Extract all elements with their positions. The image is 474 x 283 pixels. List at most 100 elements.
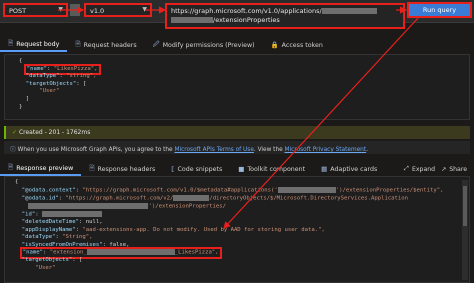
- redacted-block: [86, 249, 175, 256]
- response-tabs: 🗎 Response preview 🗎 Response headers ⟦ …: [0, 162, 385, 176]
- response-preview-icon: 🗎: [8, 162, 14, 171]
- code-line: "deletedDateTime": null,: [21, 218, 103, 225]
- json-key: "@odata.context": [21, 187, 76, 194]
- tab-response-headers[interactable]: 🗎 Response headers: [81, 162, 163, 176]
- code-line: {: [15, 179, 19, 185]
- version-value: v1.0: [90, 7, 105, 15]
- success-icon: ✓: [12, 129, 18, 136]
- json-value: [: [79, 257, 83, 264]
- json-value: ')/extensionProperties/$entity",: [335, 187, 444, 194]
- json-value: /directoryObjects/$/Microsoft.DirectoryS…: [209, 195, 409, 202]
- name-highlight: "name": "LikesPizza",: [23, 63, 101, 76]
- url-line2: /extensionProperties: [213, 16, 280, 24]
- status-text: Created - 201 - 1762ms: [18, 129, 91, 136]
- json-value: "string",: [66, 73, 97, 80]
- json-value: "extension_: [49, 249, 87, 256]
- permissions-icon: 🖉: [152, 39, 160, 48]
- redacted-block: [28, 202, 149, 209]
- url-input[interactable]: https://graph.microsoft.com/v1.0/applica…: [165, 3, 405, 29]
- expand-button[interactable]: ⤢ Expand: [404, 163, 435, 175]
- code-line: "dataType": "string",: [25, 73, 97, 80]
- version-select[interactable]: v1.0 ▼: [84, 3, 152, 17]
- method-select[interactable]: POST ▼: [3, 3, 68, 17]
- result-name-highlight: "name": "extension_ _LikesPizza",: [19, 247, 222, 260]
- json-value: "String",: [62, 234, 93, 241]
- chevron-down-icon: ▼: [142, 6, 147, 13]
- code-line: "User": [15, 265, 459, 273]
- redacted-block: [41, 210, 102, 217]
- run-query-button[interactable]: Run query: [407, 2, 472, 18]
- json-value: null,: [85, 218, 103, 225]
- json-key: "id": [21, 211, 36, 218]
- redacted-block: [173, 194, 210, 201]
- code-line: "name": "extension_ _LikesPizza",: [15, 247, 459, 260]
- tab-label: Response preview: [16, 164, 74, 172]
- privacy-link[interactable]: Microsoft Privacy Statement: [285, 147, 367, 153]
- tab-modify-permissions[interactable]: 🖉 Modify permissions (Preview): [145, 38, 263, 52]
- code-line: "appDisplayName": "aad-extensions-app. D…: [21, 226, 325, 233]
- request-tabs: 🗎 Request body 🗎 Request headers 🖉 Modif…: [0, 38, 331, 52]
- tab-label: Code snippets: [177, 165, 223, 173]
- request-body-icon: 🗎: [8, 38, 14, 47]
- json-value: "aad-extensions-app. Do not modify. Used…: [82, 226, 325, 233]
- code-line: {: [19, 58, 23, 64]
- status-bar: ✓ Created - 201 - 1762ms: [4, 126, 470, 139]
- json-key: "@odata.id": [21, 195, 59, 202]
- method-value: POST: [9, 7, 27, 15]
- json-value: ]: [25, 95, 30, 102]
- json-value: "LikesPizza",: [53, 65, 98, 72]
- tab-request-body[interactable]: 🗎 Request body: [0, 38, 68, 52]
- tab-request-headers[interactable]: 🗎 Request headers: [67, 38, 144, 52]
- share-icon: ↗: [441, 165, 447, 173]
- request-body-editor[interactable]: { "name": "LikesPizza", "dataType": "str…: [4, 54, 470, 120]
- share-button[interactable]: ↗ Share: [441, 163, 467, 175]
- scrollbar-thumb[interactable]: [463, 186, 467, 226]
- code-snippets-icon: ⟦: [171, 165, 175, 173]
- redacted-block: [171, 17, 213, 23]
- json-key: "isSyncedFromOnPremises": [21, 241, 103, 248]
- code-line: ]: [19, 96, 455, 104]
- terms-text: .: [366, 147, 368, 153]
- terms-text: When you use Microsoft Graph APIs, you a…: [17, 147, 173, 153]
- json-key: "deletedDateTime": [21, 218, 80, 225]
- dropdown-toggle[interactable]: [70, 4, 80, 16]
- json-key: "name": [22, 249, 43, 256]
- code-line: }: [19, 103, 23, 110]
- tab-response-preview[interactable]: 🗎 Response preview: [0, 162, 82, 176]
- tab-adaptive-cards[interactable]: ▦ Adaptive cards: [313, 162, 385, 176]
- code-line: "id":: [15, 210, 459, 219]
- code-line: "targetObjects": [: [21, 257, 83, 264]
- code-line: "isSyncedFromOnPremises": false,: [21, 241, 130, 248]
- json-value: "User": [35, 265, 56, 272]
- url-line1: https://graph.microsoft.com/v1.0/applica…: [171, 7, 322, 15]
- share-label: Share: [449, 165, 468, 173]
- json-value: [: [83, 80, 87, 87]
- tab-access-token[interactable]: 🔒 Access token: [263, 38, 331, 52]
- query-bar: POST ▼ v1.0 ▼ https://graph.microsoft.co…: [0, 0, 474, 29]
- tab-code-snippets[interactable]: ⟦ Code snippets: [163, 162, 230, 176]
- code-line: "name": "LikesPizza",: [19, 63, 455, 76]
- redacted-block: [321, 8, 377, 14]
- info-icon: ⓘ: [10, 147, 16, 153]
- response-scrollbar[interactable]: [462, 180, 468, 280]
- tab-label: Response headers: [97, 165, 156, 173]
- chevron-down-icon: ▼: [58, 6, 63, 13]
- code-line: ')/extensionProperties/: [15, 202, 459, 211]
- json-value: false,: [109, 241, 130, 248]
- terms-link[interactable]: Microsoft APIs Terms of Use: [174, 147, 253, 153]
- json-value: ')/extensionProperties/: [148, 203, 226, 210]
- tab-label: Access token: [281, 41, 323, 49]
- json-key: "dataType": [25, 73, 60, 80]
- tab-toolkit-component[interactable]: ■ Toolkit component: [230, 162, 313, 176]
- code-line: "dataType": "String",: [21, 234, 93, 241]
- tab-label: Toolkit component: [247, 165, 306, 173]
- code-line: "targetObjects": [: [25, 80, 87, 87]
- json-key: "appDisplayName": [21, 226, 76, 233]
- tab-label: Request body: [16, 40, 60, 48]
- json-value: _LikesPizza",: [174, 249, 219, 256]
- response-body-viewer[interactable]: { "@odata.context": "https://graph.micro…: [4, 176, 470, 283]
- headers-icon: 🗎: [75, 39, 81, 48]
- response-headers-icon: 🗎: [89, 163, 95, 172]
- tab-label: Modify permissions (Preview): [162, 41, 255, 49]
- json-key: "name": [26, 65, 47, 72]
